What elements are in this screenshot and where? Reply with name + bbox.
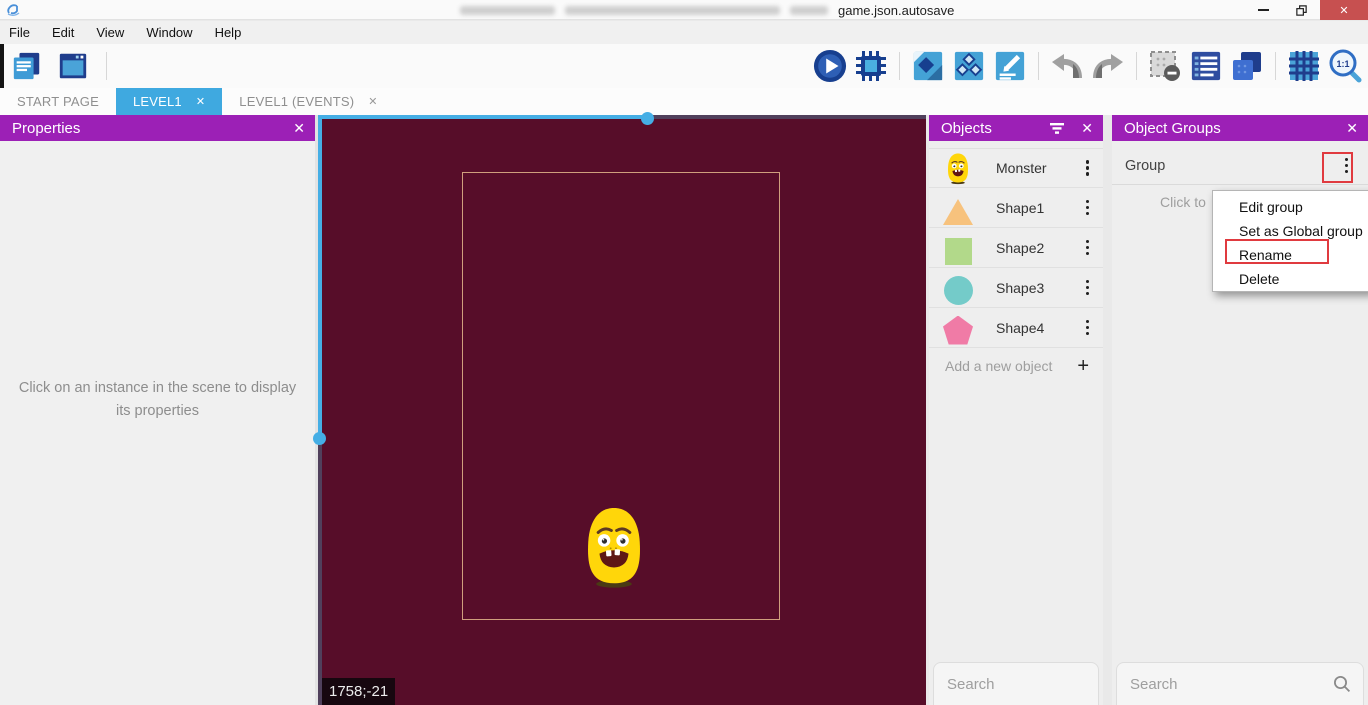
- objects-panel: Objects ✕ Monster Shape1 Shape2: [929, 115, 1103, 705]
- tab-level1-close-icon[interactable]: ✕: [196, 95, 205, 108]
- object-row-shape2[interactable]: Shape2: [929, 228, 1103, 268]
- groups-search-input[interactable]: [1130, 676, 1333, 693]
- scene-editor: 1758;-21: [315, 115, 926, 705]
- gdevelop-window: game.json.autosave ✕ File Edit View Wind…: [0, 0, 1368, 705]
- object-groups-panel-header: Object Groups ✕: [1112, 115, 1368, 141]
- object-row-shape4[interactable]: Shape4: [929, 308, 1103, 348]
- close-button[interactable]: ✕: [1320, 0, 1368, 20]
- undo-icon[interactable]: [1050, 49, 1084, 83]
- menubar: File Edit View Window Help: [0, 21, 1368, 44]
- horizontal-scrollbar-range[interactable]: [322, 115, 647, 119]
- minimize-button[interactable]: [1244, 0, 1282, 20]
- annotation-box-group-options: [1322, 152, 1353, 183]
- object-row-shape3[interactable]: Shape3: [929, 268, 1103, 308]
- horizontal-scrollbar-knob[interactable]: [641, 112, 654, 125]
- groups-search-box: [1116, 662, 1364, 705]
- toolbar-separator: [106, 52, 107, 80]
- toolbar-separator: [1136, 52, 1137, 80]
- properties-empty-hint: Click on an instance in the scene to dis…: [12, 377, 303, 423]
- shape2-options-icon[interactable]: [1086, 240, 1090, 256]
- filter-icon[interactable]: [1049, 122, 1065, 135]
- gdevelop-logo-icon: [3, 1, 25, 19]
- monster-instance[interactable]: [581, 499, 647, 595]
- tab-start-page[interactable]: START PAGE: [0, 88, 116, 115]
- toolbar-separator: [1038, 52, 1039, 80]
- redacted-title-segment: [790, 6, 828, 15]
- properties-panel-title: Properties: [12, 120, 293, 137]
- menu-help[interactable]: Help: [204, 21, 253, 44]
- menu-view[interactable]: View: [85, 21, 135, 44]
- menu-item-delete[interactable]: Delete: [1213, 267, 1368, 291]
- svg-text:1:1: 1:1: [1336, 59, 1349, 69]
- circle-thumbnail-icon: [942, 271, 974, 305]
- add-new-object-button[interactable]: Add a new object +: [929, 348, 1103, 384]
- tab-level1-events-close-icon[interactable]: ✕: [368, 95, 377, 108]
- close-icon: ✕: [1339, 4, 1348, 17]
- window-controls: ✕: [1244, 0, 1368, 20]
- window-title: game.json.autosave: [460, 0, 954, 20]
- restore-button[interactable]: [1282, 0, 1320, 20]
- plus-icon: +: [1077, 355, 1089, 378]
- objects-panel-header: Objects ✕: [929, 115, 1103, 141]
- tabbar: START PAGE LEVEL1 ✕ LEVEL1 (EVENTS) ✕: [0, 88, 1368, 115]
- cursor-coordinates: 1758;-21: [322, 678, 395, 705]
- properties-panel: Properties ✕ Click on an instance in the…: [0, 115, 315, 705]
- vertical-scrollbar-range[interactable]: [318, 115, 322, 438]
- annotation-box-rename: [1225, 239, 1329, 264]
- object-row-monster[interactable]: Monster: [929, 148, 1103, 188]
- objects-search-box: [933, 662, 1099, 705]
- pentagon-thumbnail-icon: [942, 311, 974, 345]
- minimize-icon: [1258, 9, 1269, 11]
- object-row-shape1[interactable]: Shape1: [929, 188, 1103, 228]
- zoom-1-1-icon[interactable]: 1:1: [1328, 49, 1362, 83]
- redacted-title-segment: [460, 6, 555, 15]
- monster-thumbnail-icon: [942, 151, 974, 185]
- vertical-scrollbar-knob[interactable]: [313, 432, 326, 445]
- titlebar: game.json.autosave ✕: [0, 0, 1368, 20]
- layers-icon[interactable]: [1230, 49, 1264, 83]
- redacted-title-segment: [565, 6, 780, 15]
- group-hint-text: Click to: [1160, 194, 1206, 210]
- toolbar-separator: [899, 52, 900, 80]
- menu-window[interactable]: Window: [135, 21, 203, 44]
- play-icon[interactable]: [813, 49, 847, 83]
- shape1-options-icon[interactable]: [1086, 200, 1090, 216]
- edit-scene-icon[interactable]: [993, 49, 1027, 83]
- shape4-options-icon[interactable]: [1086, 320, 1090, 336]
- grid-icon[interactable]: [1287, 49, 1321, 83]
- object-groups-close-icon[interactable]: ✕: [1346, 120, 1358, 137]
- shape3-options-icon[interactable]: [1086, 280, 1090, 296]
- menu-file[interactable]: File: [0, 21, 41, 44]
- toolbar: 1:1: [0, 44, 1368, 88]
- window-title-text: game.json.autosave: [838, 3, 954, 18]
- toolbar-separator: [1275, 52, 1276, 80]
- search-icon: [1333, 675, 1351, 693]
- tab-level1-events[interactable]: LEVEL1 (EVENTS) ✕: [222, 88, 394, 115]
- square-thumbnail-icon: [942, 231, 974, 265]
- project-manager-icon[interactable]: [10, 49, 44, 83]
- objects-close-icon[interactable]: ✕: [1081, 120, 1093, 137]
- triangle-thumbnail-icon: [942, 191, 974, 225]
- debug-icon[interactable]: [854, 49, 888, 83]
- redo-icon[interactable]: [1091, 49, 1125, 83]
- object-groups-panel-title: Object Groups: [1124, 120, 1346, 137]
- restore-icon: [1295, 4, 1308, 17]
- add-object-icon[interactable]: [911, 49, 945, 83]
- properties-close-icon[interactable]: ✕: [293, 120, 305, 137]
- menu-item-edit-group[interactable]: Edit group: [1213, 195, 1368, 219]
- delete-instances-icon[interactable]: [1148, 49, 1182, 83]
- monster-options-icon[interactable]: [1086, 160, 1090, 176]
- tab-level1[interactable]: LEVEL1 ✕: [116, 88, 222, 115]
- instances-list-icon[interactable]: [1189, 49, 1223, 83]
- properties-panel-header: Properties ✕: [0, 115, 315, 141]
- scene-editors-icon[interactable]: [56, 49, 90, 83]
- menu-edit[interactable]: Edit: [41, 21, 85, 44]
- add-instance-icon[interactable]: [952, 49, 986, 83]
- objects-panel-title: Objects: [941, 120, 1049, 137]
